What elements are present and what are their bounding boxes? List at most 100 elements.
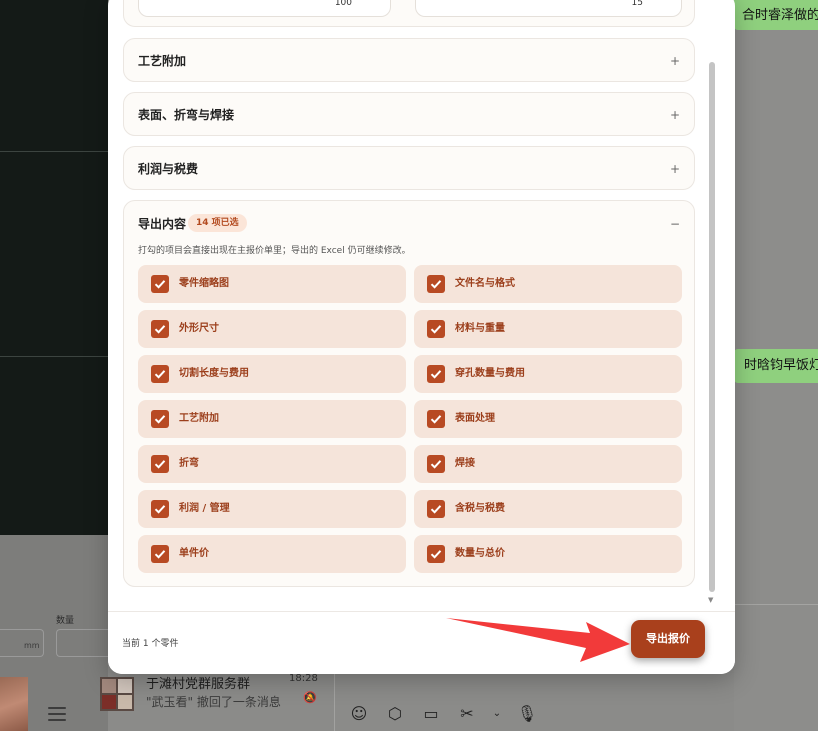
folder-icon[interactable]: ▭ [420, 703, 442, 725]
group-avatar [100, 677, 134, 711]
section-title: 导出内容 [138, 217, 187, 231]
checkbox-checked-icon[interactable] [151, 455, 169, 473]
chat-name[interactable]: 于滩村党群服务群 [146, 673, 250, 692]
export-quote-button[interactable]: 导出报价 [631, 620, 705, 658]
export-option[interactable]: 穿孔数量与费用 [414, 355, 682, 393]
checkbox-checked-icon[interactable] [151, 320, 169, 338]
export-option[interactable]: 折弯 [138, 445, 406, 483]
option-label: 数量与总价 [455, 548, 505, 559]
option-label: 工艺附加 [179, 413, 219, 424]
section-surface-bending-welding[interactable]: 表面、折弯与焊接 + [123, 92, 695, 136]
export-option[interactable]: 数量与总价 [414, 535, 682, 573]
percent-input[interactable]: 15 % [415, 0, 682, 17]
section-export-content: 导出内容 14 项已选 − 打勾的项目会直接出现在主报价单里；导出的 Excel… [123, 200, 695, 587]
expand-plus-icon[interactable]: + [670, 93, 680, 137]
dialog-footer: 当前 1 个零件 导出报价 [108, 611, 735, 674]
export-option[interactable]: 焊接 [414, 445, 682, 483]
export-option[interactable]: 文件名与格式 [414, 265, 682, 303]
bell-mute-icon: 🔕 [303, 691, 317, 704]
export-option[interactable]: 单件价 [138, 535, 406, 573]
emoji-icon[interactable]: ☺ [348, 703, 370, 725]
export-option[interactable]: 切割长度与费用 [138, 355, 406, 393]
scrollbar[interactable]: ▼ [707, 52, 717, 612]
chat-toolbar: ☺ ⬡ ▭ ✂ ⌄ 🎙 [348, 703, 538, 725]
export-option[interactable]: 外形尺寸 [138, 310, 406, 348]
hamburger-menu-icon[interactable] [48, 707, 66, 721]
checkbox-checked-icon[interactable] [427, 545, 445, 563]
percent-unit: % [372, 0, 380, 1]
option-label: 含税与税费 [455, 503, 505, 514]
checkbox-checked-icon[interactable] [151, 365, 169, 383]
cube-icon[interactable]: ⬡ [384, 703, 406, 725]
option-label: 外形尺寸 [179, 323, 219, 334]
option-label: 折弯 [179, 458, 199, 469]
checkbox-checked-icon[interactable] [427, 455, 445, 473]
part-count-status: 当前 1 个零件 [122, 639, 179, 649]
percent-input[interactable]: 100 % [138, 0, 391, 17]
expand-plus-icon[interactable]: + [670, 39, 680, 83]
quantity-label: 数量 [56, 616, 75, 626]
checkbox-checked-icon[interactable] [427, 410, 445, 428]
export-option[interactable]: 表面处理 [414, 400, 682, 438]
collapse-minus-icon[interactable]: − [670, 215, 680, 233]
divider [334, 673, 335, 731]
chat-bubble: 合时睿泽做的饭 [734, 0, 818, 30]
chat-time: 18:28 [289, 673, 318, 684]
scroll-down-arrow-icon[interactable]: ▼ [708, 596, 713, 604]
quantity-input [56, 629, 108, 657]
option-label: 单件价 [179, 548, 209, 559]
chat-list-strip: 于滩村党群服务群 18:28 "武玉看" 撤回了一条消息 🔕 ☺ ⬡ ▭ ✂ ⌄… [100, 673, 734, 731]
section-craft-extras[interactable]: 工艺附加 + [123, 38, 695, 82]
option-label: 文件名与格式 [455, 278, 515, 289]
selected-count-badge: 14 项已选 [188, 214, 247, 232]
option-label: 利润 / 管理 [179, 503, 230, 514]
section-title: 利润与税费 [138, 162, 199, 176]
scissors-icon[interactable]: ✂ [456, 703, 478, 725]
microphone-icon[interactable]: 🎙 [516, 703, 538, 725]
divider [0, 356, 108, 357]
option-label: 零件缩略图 [179, 278, 229, 289]
section-profit-tax[interactable]: 利润与税费 + [123, 146, 695, 190]
thumbnail-image [0, 677, 28, 731]
scroll-thumb[interactable] [709, 62, 715, 592]
checkbox-checked-icon[interactable] [427, 320, 445, 338]
export-hint: 打勾的项目会直接出现在主报价单里；导出的 Excel 仍可继续修改。 [138, 246, 411, 256]
option-label: 焊接 [455, 458, 475, 469]
option-label: 表面处理 [455, 413, 495, 424]
input-value: 100 [334, 0, 352, 8]
export-option[interactable]: 利润 / 管理 [138, 490, 406, 528]
divider [734, 604, 818, 605]
export-settings-dialog: 100 % 15 % 工艺附加 + 表面、折弯与焊接 + 利润与税费 + 导出内… [108, 0, 735, 674]
annotation-arrow-icon [446, 618, 630, 662]
export-option[interactable]: 材料与重量 [414, 310, 682, 348]
chevron-down-icon[interactable]: ⌄ [492, 703, 502, 725]
dialog-scroll-area[interactable]: 100 % 15 % 工艺附加 + 表面、折弯与焊接 + 利润与税费 + 导出内… [123, 0, 695, 597]
input-value: 15 [631, 0, 643, 8]
checkbox-checked-icon[interactable] [151, 410, 169, 428]
section-title: 工艺附加 [138, 54, 187, 68]
option-label: 穿孔数量与费用 [455, 368, 525, 379]
checkbox-checked-icon[interactable] [427, 500, 445, 518]
chat-bubble: 时晗钧早饭灯 [734, 349, 818, 383]
unit-label: mm [24, 641, 40, 650]
expand-plus-icon[interactable]: + [670, 147, 680, 191]
checkbox-checked-icon[interactable] [151, 545, 169, 563]
checkbox-checked-icon[interactable] [151, 500, 169, 518]
export-options-grid: 零件缩略图 文件名与格式 外形尺寸 材料与重量 切割长度与费用 穿孔数量与费用 … [138, 265, 682, 573]
background-left-panel: mm 数量 [0, 535, 108, 731]
divider [0, 151, 108, 152]
export-option[interactable]: 含税与税费 [414, 490, 682, 528]
export-option[interactable]: 零件缩略图 [138, 265, 406, 303]
background-dark-panel [0, 0, 108, 535]
chat-preview: "武玉看" 撤回了一条消息 [146, 695, 281, 709]
section-title: 表面、折弯与焊接 [138, 108, 235, 122]
chat-panel: 合时睿泽做的饭 时晗钧早饭灯 [734, 0, 818, 731]
option-label: 材料与重量 [455, 323, 505, 334]
percent-unit: % [663, 0, 671, 1]
export-option[interactable]: 工艺附加 [138, 400, 406, 438]
partial-card: 100 % 15 % [123, 0, 695, 27]
checkbox-checked-icon[interactable] [151, 275, 169, 293]
checkbox-checked-icon[interactable] [427, 365, 445, 383]
checkbox-checked-icon[interactable] [427, 275, 445, 293]
option-label: 切割长度与费用 [179, 368, 249, 379]
